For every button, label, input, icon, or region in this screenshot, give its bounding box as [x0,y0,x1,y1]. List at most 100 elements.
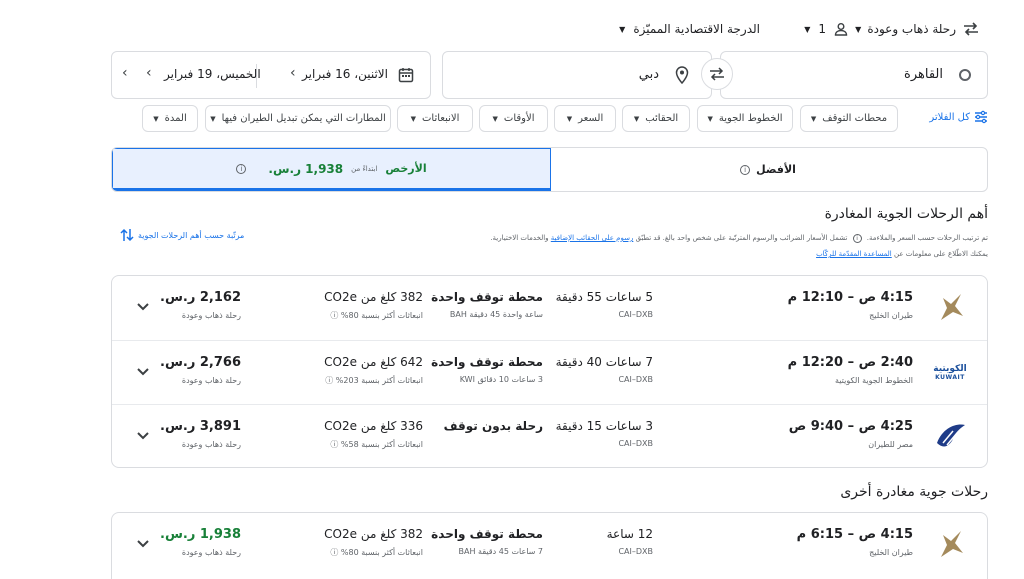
flight-route: CAI–DXB [618,547,653,556]
filter-price[interactable]: السعر ▼ [554,105,616,132]
emissions-block: 382 كلغ من CO2e انبعاثات أكثر بنسبة 80% … [324,527,423,558]
chevron-down-icon: ▼ [566,114,573,123]
filter-emissions[interactable]: الانبعاثات ▼ [397,105,473,132]
stops-block: رحلة بدون توقف [444,419,543,439]
flight-row[interactable]: الكويتية KUWAIT 2:40 ص – 12:20 م الخطوط … [112,340,987,404]
chevron-down-icon: ▼ [707,114,713,123]
return-prev-button[interactable]: ‹ [146,65,152,81]
gulf-air-falcon-icon [941,294,963,320]
emissions-detail: انبعاثات أكثر بنسبة 203% [335,376,423,385]
duration-block: 3 ساعات 15 دقيقة CAI–DXB [556,419,653,448]
info-icon: ⓘ [325,376,334,385]
chevron-down-icon: ▼ [804,24,811,34]
sort-by-button[interactable]: مرتّبة حسب أهم الرحلات الجوية [120,227,244,243]
emissions-block: 382 كلغ من CO2e انبعاثات أكثر بنسبة 80% … [324,290,423,321]
filter-duration[interactable]: المدة ▼ [142,105,198,132]
passengers-select[interactable]: 1 ▼ [804,19,848,39]
chevron-down-icon: ▼ [810,114,817,123]
emissions-block: 336 كلغ من CO2e انبعاثات أكثر بنسبة 58% … [324,419,423,450]
origin-circle-icon [959,69,971,81]
filter-airlines[interactable]: الخطوط الجوية ▼ [697,105,793,132]
tab-cheapest-price: 1,938 ر.س. [268,161,344,176]
cabin-class-select[interactable]: الدرجة الاقتصادية المميّزة ▼ [619,19,760,39]
flight-emissions: 642 كلغ من CO2e [324,355,423,369]
dates-field[interactable]: الاثنين، 16 فبراير ‹ الخميس، 19 فبراير ‹… [111,51,431,99]
person-icon [834,23,848,36]
flight-times: 4:15 ص – 12:10 م [787,290,913,305]
depart-date[interactable]: الاثنين، 16 فبراير [302,67,388,81]
note-text: يمكنك الاطّلاع على معلومات عن [893,250,988,258]
note-text: تم ترتيب الرحلات حسب السعر والملاءمة. [866,234,988,242]
all-filters-button[interactable]: كل الفلاتر [929,110,988,124]
stop-detail: ساعة واحدة 45 دقيقة BAH [449,310,543,319]
price-note: رحلة ذهاب وعودة [181,440,241,449]
price-block: 3,891 ر.س. رحلة ذهاب وعودة [160,419,241,449]
flight-stops: محطة توقف واحدة [431,355,543,369]
filter-bags[interactable]: الحقائب ▼ [622,105,690,132]
airline-name: طيران الخليج [869,311,913,320]
flight-times-block: 4:15 ص – 12:10 م طيران الخليج [788,290,913,320]
chevron-down-icon: ▼ [855,24,862,34]
flight-emissions: 382 كلغ من CO2e [324,290,423,304]
filter-stops[interactable]: محطات التوقف ▼ [800,105,898,132]
info-icon: i [852,234,862,243]
filter-connecting-airports[interactable]: المطارات التي يمكن تبديل الطيران فيها ▼ [205,105,391,132]
price-block: 1,938 ر.س. رحلة ذهاب وعودة [160,527,241,557]
trip-type-select[interactable]: رحلة ذهاب وعودة ▼ [855,19,980,39]
flight-times-block: 4:15 ص – 6:15 م طيران الخليج [797,527,913,557]
emissions-detail: انبعاثات أكثر بنسبة 80% [340,548,423,557]
tab-cheapest-label: الأرخص [385,162,427,175]
chevron-down-icon: ▼ [633,114,640,123]
kuwait-airways-logo-icon: الكويتية KUWAIT [933,363,967,381]
tab-cheapest-from: ابتداءً من [351,164,378,173]
chevron-down-icon[interactable] [134,427,152,445]
tab-best[interactable]: الأفضل i [549,148,987,191]
duration-block: 7 ساعات 40 دقيقة CAI–DXB [556,355,653,384]
chevron-down-icon[interactable] [134,298,152,316]
depart-prev-button[interactable]: ‹ [290,65,296,81]
chevron-down-icon[interactable] [134,535,152,553]
return-next-button[interactable]: ‹ [122,65,128,81]
filter-times[interactable]: الأوقات ▼ [479,105,548,132]
emissions-detail: انبعاثات أكثر بنسبة 58% [340,440,423,449]
round-trip-icon [964,22,978,36]
flight-row[interactable]: 4:15 ص – 12:10 م طيران الخليج 5 ساعات 55… [112,276,987,340]
destination-value: دبي [638,67,659,82]
flight-duration: 3 ساعات 15 دقيقة [555,419,653,433]
flight-stops: رحلة بدون توقف [443,419,543,433]
swap-button[interactable] [701,58,733,90]
emissions-block: 642 كلغ من CO2e انبعاثات أكثر بنسبة 203%… [324,355,423,386]
filter-sliders-icon [975,110,987,124]
passenger-assistance-link[interactable]: المساعدة المقدّمة للركّاب [816,250,892,258]
flight-times: 4:15 ص – 6:15 م [796,527,913,542]
baggage-fees-link[interactable]: رسوم على الحقائب الإضافية [551,234,634,242]
all-filters-label: كل الفلاتر [929,111,970,123]
flight-row[interactable]: 4:15 ص – 6:15 م طيران الخليج 12 ساعة CAI… [112,513,987,577]
chevron-down-icon[interactable] [134,363,152,381]
filter-label: الأوقات [503,113,535,124]
swap-icon [710,67,724,81]
other-flights-title: رحلات جوية مغادرة أخرى [840,484,988,500]
return-date[interactable]: الخميس، 19 فبراير [164,67,261,81]
cabin-class-label: الدرجة الاقتصادية المميّزة [633,22,760,36]
emissions-detail-line: انبعاثات أكثر بنسبة 203% ⓘ [324,375,423,386]
price-note: رحلة ذهاب وعودة [181,376,241,385]
filter-label: الانبعاثات [422,113,460,124]
flight-route: CAI–DXB [618,310,653,319]
stop-detail: 7 ساعات 45 دقيقة BAH [458,547,543,556]
flight-price: 2,162 ر.س. [160,290,241,305]
top-flights-list: 4:15 ص – 12:10 م طيران الخليج 5 ساعات 55… [111,275,988,468]
price-block: 2,766 ر.س. رحلة ذهاب وعودة [160,355,241,385]
filter-label: المطارات التي يمكن تبديل الطيران فيها [221,113,386,124]
origin-field[interactable]: القاهرة [720,51,988,99]
filter-label: المدة [164,113,187,124]
tab-cheapest[interactable]: الأرخص ابتداءً من 1,938 ر.س. i [112,148,551,191]
flight-duration: 12 ساعة [606,527,653,541]
chevron-down-icon: ▼ [492,114,498,123]
flight-row[interactable]: 4:25 ص – 9:40 ص مصر للطيران 3 ساعات 15 د… [112,404,987,468]
flight-duration: 7 ساعات 40 دقيقة [555,355,653,369]
other-flights-list: 4:15 ص – 6:15 م طيران الخليج 12 ساعة CAI… [111,512,988,579]
destination-field[interactable]: دبي [442,51,712,99]
chevron-down-icon: ▼ [153,114,159,123]
passengers-count: 1 [818,22,826,36]
